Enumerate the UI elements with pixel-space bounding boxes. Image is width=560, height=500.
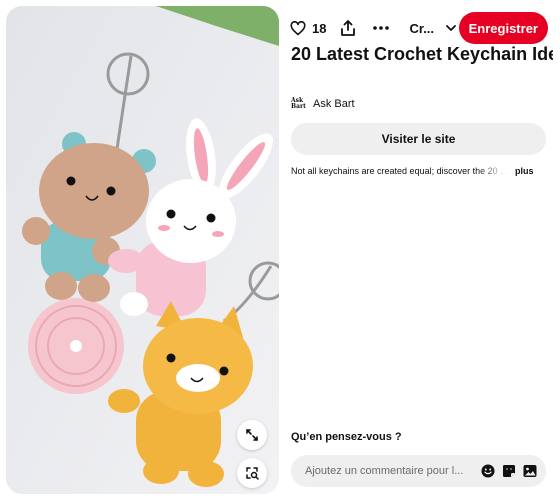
pin-title-text: 20 Latest Crochet Keychain Ideas To Try … [291,44,553,64]
pin-toolbar: 18 Cr... Enregistrer [290,12,548,44]
pin-image[interactable] [6,6,279,494]
more-options-button[interactable] [373,26,390,30]
author-link[interactable]: Ask Bart Ask Bart [291,96,355,112]
author-logo-line2: Bart [291,103,306,110]
expand-icon [246,429,258,441]
comment-actions [481,464,537,478]
expand-image-button[interactable] [237,420,267,450]
sticker-icon[interactable] [502,464,516,478]
author-name: Ask Bart [313,98,355,110]
save-button[interactable]: Enregistrer [458,12,548,44]
description-text: Not all keychains are created equal; dis… [291,166,508,176]
comments-prompt: Qu’en pensez-vous ? [291,431,402,443]
pin-title[interactable]: 20 Latest Crochet Keychain Ideas To Try … [291,42,553,66]
board-name: Cr... [409,20,435,36]
more-icon [373,26,390,30]
flower-coaster [28,298,124,394]
share-icon [341,20,356,36]
comment-input[interactable] [303,464,465,478]
like-button[interactable]: 18 [290,20,327,36]
comment-composer [291,455,546,487]
description-more-link[interactable]: plus [515,166,534,176]
like-count: 18 [312,20,327,36]
visual-search-button[interactable] [237,458,267,488]
visual-search-icon [246,467,259,480]
heart-icon [290,20,306,35]
emoji-icon[interactable] [481,464,495,478]
chevron-down-icon [446,24,456,31]
pin-closeup-card: 18 Cr... Enregistrer 20 Latest Crochet K… [0,0,560,500]
pin-details-panel: 18 Cr... Enregistrer 20 Latest Crochet K… [280,0,560,500]
crochet-keychains-photo [6,6,279,494]
board-selector[interactable]: Cr... [409,21,456,36]
share-button[interactable] [341,20,356,36]
visit-site-button[interactable]: Visiter le site [291,123,546,155]
photo-icon[interactable] [523,464,537,478]
pin-description: Not all keychains are created equal; dis… [291,166,553,176]
author-logo: Ask Bart [291,96,307,112]
